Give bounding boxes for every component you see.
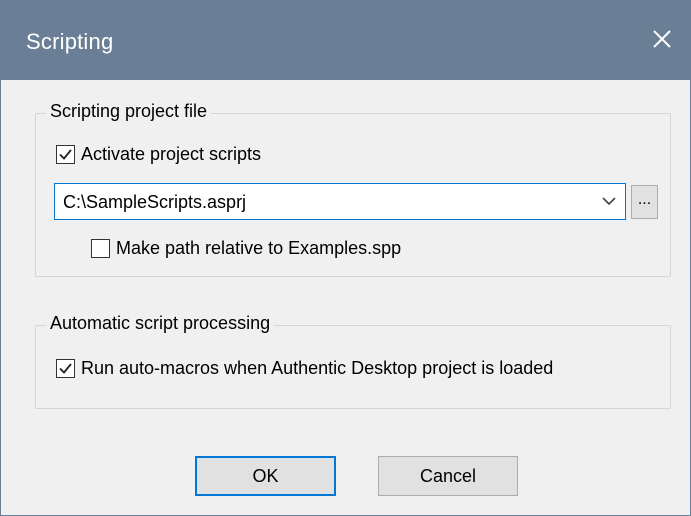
scripting-project-file-legend: Scripting project file — [46, 101, 212, 122]
activate-project-scripts-label: Activate project scripts — [81, 144, 262, 164]
dialog-title: Scripting — [26, 29, 114, 54]
script-path-value: C:\SampleScripts.asprj — [63, 192, 247, 212]
run-auto-macros-checkbox[interactable] — [56, 359, 75, 378]
checkmark-icon — [59, 363, 72, 374]
make-path-relative-checkbox[interactable] — [91, 239, 110, 258]
browse-button[interactable]: ... — [631, 185, 658, 219]
close-icon — [653, 30, 671, 48]
automatic-script-processing-legend: Automatic script processing — [46, 313, 275, 334]
make-path-relative-label: Make path relative to Examples.spp — [116, 238, 402, 258]
checkmark-icon — [59, 149, 72, 160]
activate-project-scripts-checkbox[interactable] — [56, 145, 75, 164]
close-button[interactable] — [646, 23, 678, 55]
make-path-relative-option[interactable]: Make path relative to Examples.spp — [91, 238, 401, 259]
scripting-dialog: Scripting Scripting project file Activat… — [0, 0, 691, 516]
run-auto-macros-option[interactable]: Run auto-macros when Authentic Desktop p… — [56, 358, 553, 379]
activate-project-scripts-option[interactable]: Activate project scripts — [56, 144, 261, 165]
title-bar[interactable]: Scripting — [1, 1, 690, 80]
chevron-down-icon[interactable] — [601, 194, 617, 208]
cancel-button[interactable]: Cancel — [378, 456, 518, 496]
script-path-combobox[interactable]: C:\SampleScripts.asprj — [54, 183, 626, 220]
run-auto-macros-label: Run auto-macros when Authentic Desktop p… — [81, 358, 554, 378]
ok-button[interactable]: OK — [195, 456, 336, 496]
